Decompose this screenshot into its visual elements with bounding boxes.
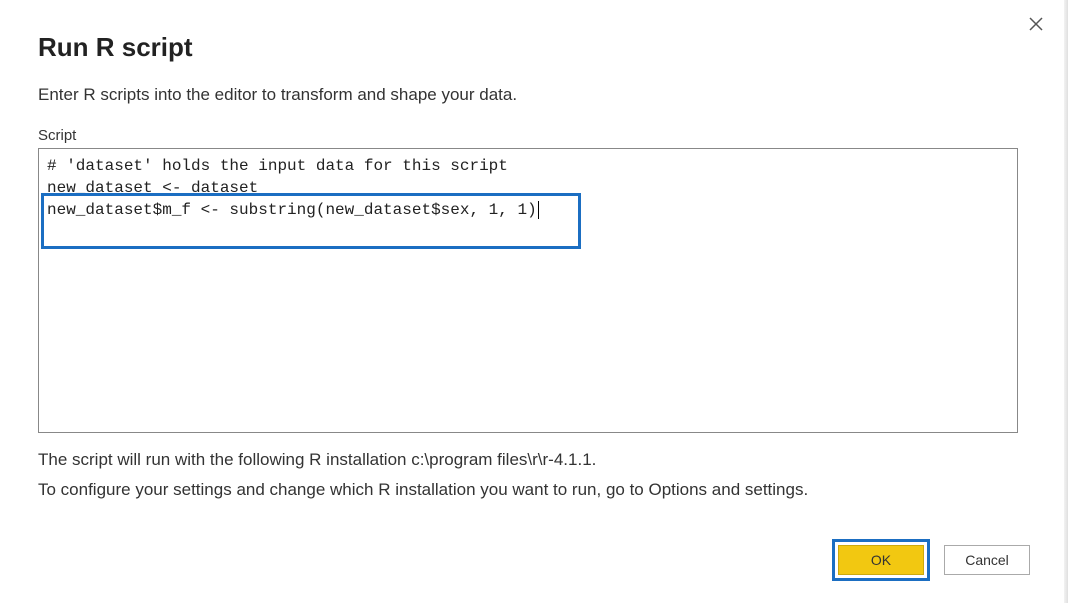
script-line-2: new_dataset <- dataset (47, 177, 1009, 199)
dialog-title: Run R script (38, 32, 1030, 63)
script-editor[interactable]: # 'dataset' holds the input data for thi… (38, 148, 1018, 433)
text-caret (538, 201, 539, 219)
window-edge-shadow (1064, 0, 1068, 603)
info-line-1: The script will run with the following R… (38, 445, 1030, 475)
script-label: Script (38, 127, 1030, 144)
close-icon (1028, 16, 1044, 32)
run-r-script-dialog: Run R script Enter R scripts into the ed… (0, 0, 1068, 603)
close-button[interactable] (1022, 10, 1050, 38)
highlight-annotation-ok: OK (832, 539, 930, 581)
info-text: The script will run with the following R… (38, 445, 1030, 505)
cancel-button[interactable]: Cancel (944, 545, 1030, 575)
info-line-2: To configure your settings and change wh… (38, 475, 1030, 505)
script-line-3: new_dataset$m_f <- substring(new_dataset… (47, 199, 1009, 221)
dialog-subtitle: Enter R scripts into the editor to trans… (38, 85, 1030, 105)
ok-button[interactable]: OK (838, 545, 924, 575)
script-line-1: # 'dataset' holds the input data for thi… (47, 155, 1009, 177)
dialog-button-row: OK Cancel (832, 539, 1030, 581)
